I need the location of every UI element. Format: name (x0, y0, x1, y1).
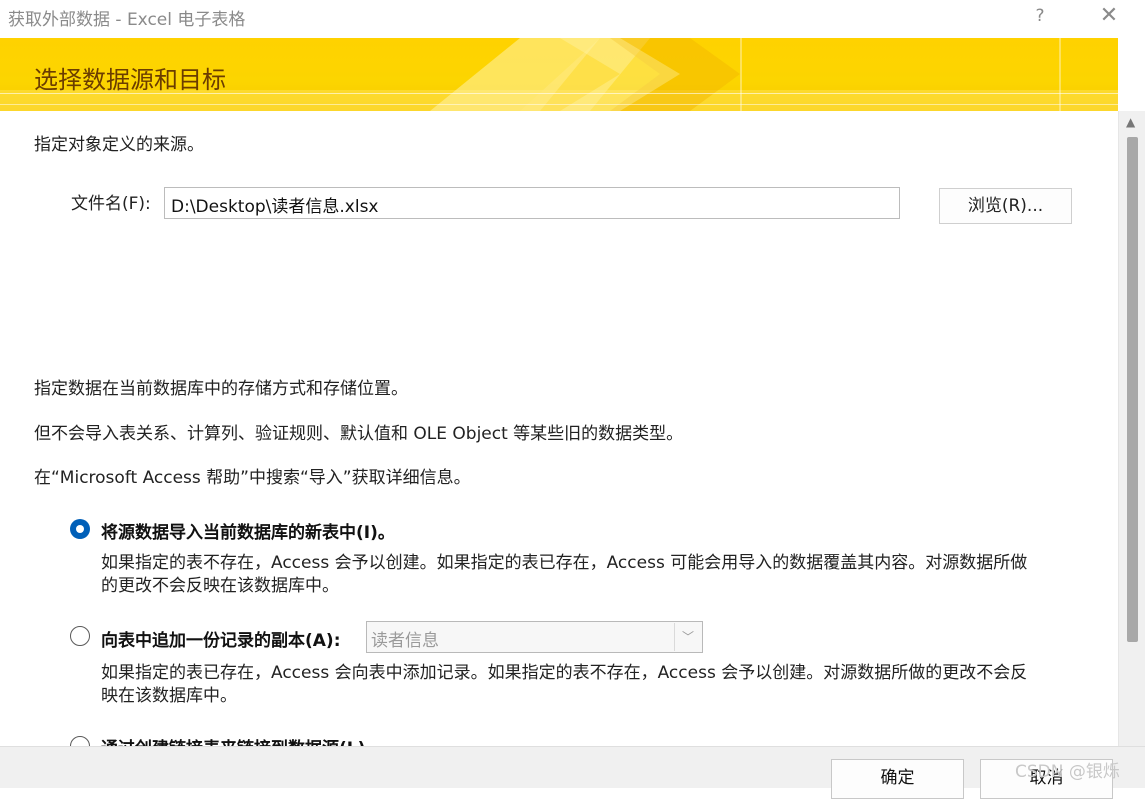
watermark-text: CSDN @银烁 (1015, 762, 1120, 782)
option-append-desc: 如果指定的表已存在，Access 会向表中添加记录。如果指定的表不存在，Acce… (101, 662, 1081, 708)
help-icon[interactable]: ? (1022, 2, 1058, 32)
storage-line-3: 在“Microsoft Access 帮助”中搜索“导入”获取详细信息。 (34, 468, 471, 488)
wizard-banner: 选择数据源和目标 (0, 38, 1118, 111)
browse-button[interactable]: 浏览(R)... (939, 188, 1072, 224)
option-append-label[interactable]: 向表中追加一份记录的副本(A): (101, 626, 341, 651)
window-title: 获取外部数据 - Excel 电子表格 (8, 10, 246, 30)
option-link-label[interactable]: 通过创建链接表来链接到数据源(L)。 (101, 734, 382, 746)
ok-button[interactable]: 确定 (831, 759, 964, 799)
option-import-desc-line-1: 如果指定的表不存在，Access 会予以创建。如果指定的表已存在，Access … (101, 553, 1028, 573)
radio-import-new-table[interactable] (70, 519, 90, 539)
title-bar: 获取外部数据 - Excel 电子表格 ? ✕ (0, 0, 1145, 38)
scroll-thumb[interactable] (1127, 137, 1138, 642)
storage-line-1: 指定数据在当前数据库中的存储方式和存储位置。 (34, 379, 408, 399)
chevron-down-icon[interactable]: ﹀ (674, 623, 701, 651)
radio-link-table[interactable] (70, 736, 90, 746)
source-intro: 指定对象定义的来源。 (34, 135, 204, 155)
radio-append-copy[interactable] (70, 626, 90, 646)
option-import-desc: 如果指定的表不存在，Access 会予以创建。如果指定的表已存在，Access … (101, 552, 1081, 598)
option-append-desc-line-2: 映在该数据库中。 (101, 686, 237, 706)
option-append-desc-line-1: 如果指定的表已存在，Access 会向表中添加记录。如果指定的表不存在，Acce… (101, 663, 1028, 683)
option-import-label[interactable]: 将源数据导入当前数据库的新表中(I)。 (101, 518, 395, 543)
table-select[interactable]: 读者信息 ﹀ (366, 621, 703, 653)
scroll-up-arrow-icon[interactable]: ▲ (1126, 115, 1135, 129)
close-icon[interactable]: ✕ (1090, 2, 1128, 32)
storage-line-2: 但不会导入表关系、计算列、验证规则、默认值和 OLE Object 等某些旧的数… (34, 424, 684, 444)
file-name-input[interactable]: D:\Desktop\读者信息.xlsx (164, 187, 900, 219)
option-link-row: 通过创建链接表来链接到数据源(L)。 (0, 731, 1118, 746)
table-select-value: 读者信息 (371, 631, 439, 651)
dialog-footer: 确定 取消 CSDN @银烁 (0, 746, 1145, 799)
file-name-label: 文件名(F): (71, 194, 151, 214)
vertical-scrollbar[interactable]: ▲ (1118, 111, 1145, 746)
option-import-desc-line-2: 的更改不会反映在该数据库中。 (101, 576, 339, 596)
banner-title: 选择数据源和目标 (34, 66, 226, 94)
